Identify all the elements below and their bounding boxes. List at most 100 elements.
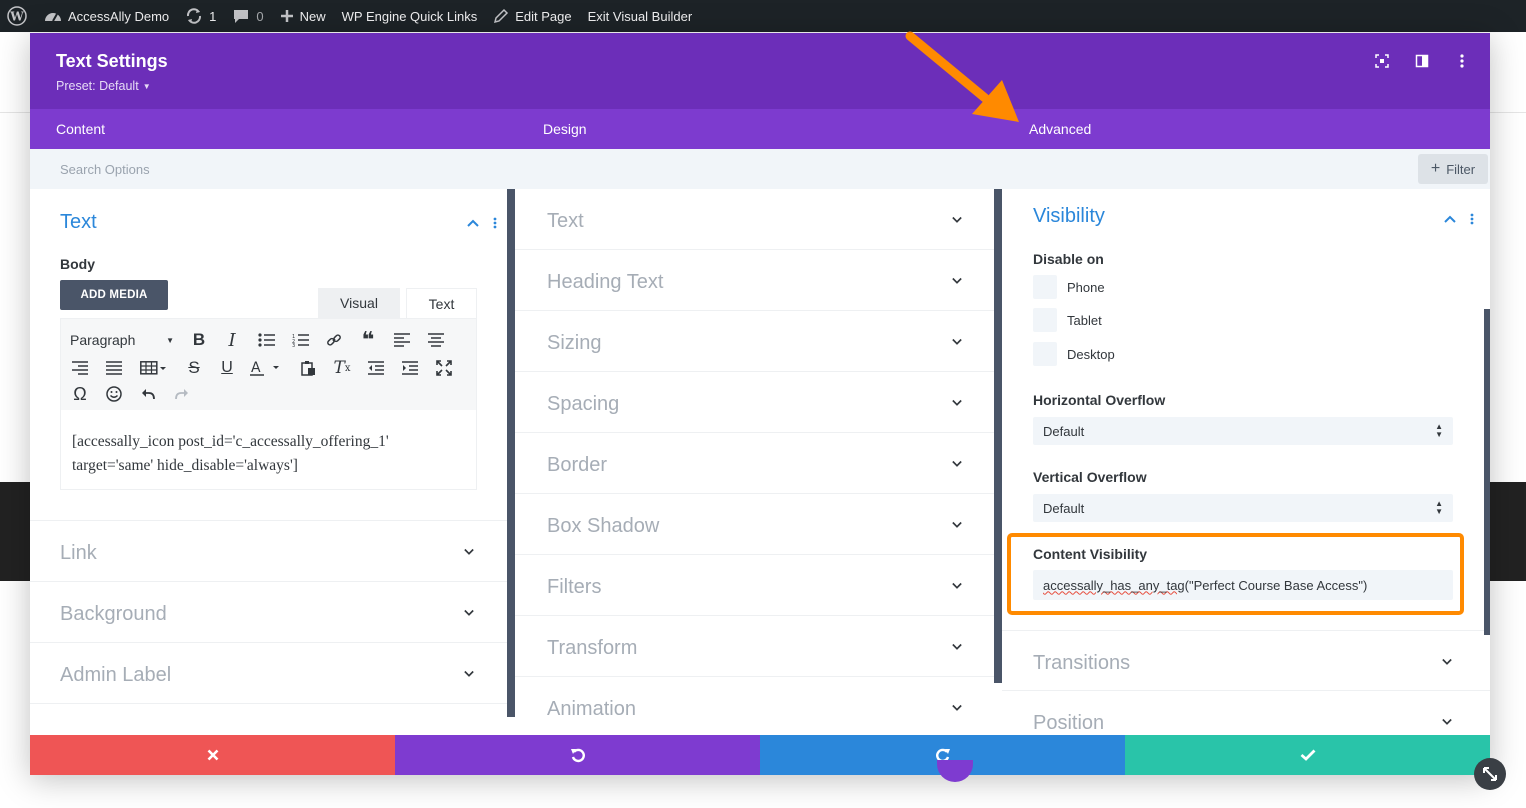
spacing-section[interactable]: Spacing	[515, 372, 994, 433]
align-center-icon[interactable]	[425, 329, 447, 351]
column-scrollbar[interactable]	[1484, 309, 1490, 635]
position-section[interactable]: Position	[1002, 691, 1490, 735]
tab-advanced[interactable]: Advanced	[1029, 109, 1091, 149]
sizing-section[interactable]: Sizing	[515, 311, 994, 372]
edit-page-link[interactable]: Edit Page	[485, 0, 579, 32]
special-character-icon[interactable]: Ω	[69, 383, 91, 405]
link-icon[interactable]	[323, 329, 345, 351]
text-color-icon[interactable]: A	[247, 357, 283, 379]
section-menu-icon[interactable]	[1470, 213, 1474, 225]
bullet-list-icon[interactable]	[256, 329, 278, 351]
disable-desktop-option[interactable]: Desktop	[1033, 342, 1115, 366]
editor-tab-visual[interactable]: Visual	[318, 288, 400, 318]
content-column[interactable]: Text Body ADD MEDIA Visual Text Paragrap…	[30, 189, 507, 735]
text-section-title[interactable]: Text	[60, 211, 97, 234]
underline-icon[interactable]: U	[217, 357, 237, 379]
filters-section[interactable]: Filters	[515, 555, 994, 616]
chevron-up-icon[interactable]	[467, 219, 479, 227]
design-text-section[interactable]: Text	[515, 189, 994, 250]
box-shadow-section[interactable]: Box Shadow	[515, 494, 994, 555]
section-label: Link	[60, 542, 97, 564]
editor-tab-text[interactable]: Text	[406, 288, 477, 318]
updates-link[interactable]: 1	[177, 0, 224, 32]
site-name-link[interactable]: AccessAlly Demo	[36, 0, 177, 32]
filter-button[interactable]: + Filter	[1418, 154, 1488, 184]
split-view-icon[interactable]	[1414, 53, 1430, 69]
disable-phone-option[interactable]: Phone	[1033, 275, 1105, 299]
search-options-input[interactable]: Search Options	[60, 162, 150, 177]
clear-formatting-icon[interactable]: Tx	[331, 357, 353, 379]
expand-icon[interactable]	[1374, 53, 1390, 69]
undo-icon[interactable]	[137, 383, 159, 405]
advanced-column[interactable]: Visibility Disable on Phone Tablet Deskt…	[1002, 189, 1490, 735]
wp-engine-quick-links[interactable]: WP Engine Quick Links	[334, 0, 486, 32]
chevron-up-icon[interactable]	[1444, 215, 1456, 223]
emoji-icon[interactable]	[103, 383, 125, 405]
tab-design[interactable]: Design	[543, 109, 587, 149]
save-button[interactable]	[1125, 735, 1490, 775]
strikethrough-icon[interactable]: S	[183, 357, 205, 379]
table-icon[interactable]	[137, 357, 169, 379]
visibility-section-title[interactable]: Visibility	[1033, 205, 1105, 228]
comments-link[interactable]: 0	[224, 0, 271, 32]
section-label: Spacing	[547, 393, 620, 415]
horizontal-overflow-select[interactable]: Default ▲ ▼	[1033, 417, 1453, 445]
tab-content[interactable]: Content	[56, 109, 105, 149]
transform-section[interactable]: Transform	[515, 616, 994, 677]
bold-icon[interactable]: B	[189, 329, 209, 351]
paragraph-format-select[interactable]: Paragraph ▼	[70, 329, 174, 351]
justify-icon[interactable]	[103, 357, 125, 379]
vertical-overflow-select[interactable]: Default ▲ ▼	[1033, 494, 1453, 522]
wordpress-logo-button[interactable]: W	[0, 0, 36, 32]
section-label: Position	[1033, 712, 1105, 734]
discard-button[interactable]	[30, 735, 395, 775]
content-visibility-input[interactable]: accessally_has_any_tag ("Perfect Course B…	[1033, 570, 1453, 600]
italic-icon[interactable]: I	[222, 329, 242, 351]
link-section[interactable]: Link	[30, 521, 507, 582]
select-arrows-icon: ▲ ▼	[1435, 499, 1443, 516]
disable-tablet-option[interactable]: Tablet	[1033, 308, 1102, 332]
preset-selector[interactable]: Preset: Default ▼	[56, 79, 151, 93]
new-content-link[interactable]: New	[272, 0, 334, 32]
section-label: Transitions	[1033, 652, 1131, 674]
column-scrollbar[interactable]	[507, 189, 515, 717]
animation-section[interactable]: Animation	[515, 677, 994, 735]
wordpress-icon: W	[7, 6, 27, 26]
chevron-down-icon	[952, 460, 962, 467]
outdent-icon[interactable]	[365, 357, 387, 379]
transitions-section[interactable]: Transitions	[1002, 630, 1490, 691]
indent-icon[interactable]	[399, 357, 421, 379]
heading-text-section[interactable]: Heading Text	[515, 250, 994, 311]
chevron-down-icon	[952, 521, 962, 528]
more-options-icon[interactable]	[1454, 53, 1470, 69]
undo-button[interactable]	[395, 735, 760, 775]
text-section: Text Body ADD MEDIA Visual Text Paragrap…	[30, 189, 507, 521]
modal-resize-handle[interactable]	[1474, 758, 1506, 790]
settings-tabs: Content Design Advanced	[30, 109, 1490, 149]
border-section[interactable]: Border	[515, 433, 994, 494]
editor-content[interactable]: [accessally_icon post_id='c_accessally_o…	[72, 430, 467, 478]
blockquote-icon[interactable]: ❝	[357, 327, 379, 352]
search-options-bar: Search Options + Filter	[30, 149, 1490, 189]
section-label: Border	[547, 454, 608, 476]
phone-checkbox[interactable]	[1033, 275, 1057, 299]
design-column[interactable]: Text Heading Text Sizing Spacing Border …	[515, 189, 994, 735]
align-right-icon[interactable]	[69, 357, 91, 379]
desktop-checkbox[interactable]	[1033, 342, 1057, 366]
exit-visual-builder-link[interactable]: Exit Visual Builder	[580, 0, 701, 32]
align-left-icon[interactable]	[391, 329, 413, 351]
numbered-list-icon[interactable]: 123	[290, 329, 312, 351]
admin-label-section[interactable]: Admin Label	[30, 643, 507, 704]
fullscreen-icon[interactable]	[433, 357, 455, 379]
chevron-down-icon	[952, 399, 962, 406]
plus-icon: +	[1430, 160, 1441, 177]
paste-text-icon[interactable]	[297, 357, 319, 379]
site-name: AccessAlly Demo	[68, 8, 170, 24]
background-section[interactable]: Background	[30, 582, 507, 643]
column-scrollbar[interactable]	[994, 189, 1002, 683]
redo-icon[interactable]	[171, 383, 193, 405]
add-media-button[interactable]: ADD MEDIA	[60, 280, 168, 310]
svg-text:W: W	[9, 10, 24, 24]
tablet-checkbox[interactable]	[1033, 308, 1057, 332]
section-menu-icon[interactable]	[493, 217, 497, 229]
